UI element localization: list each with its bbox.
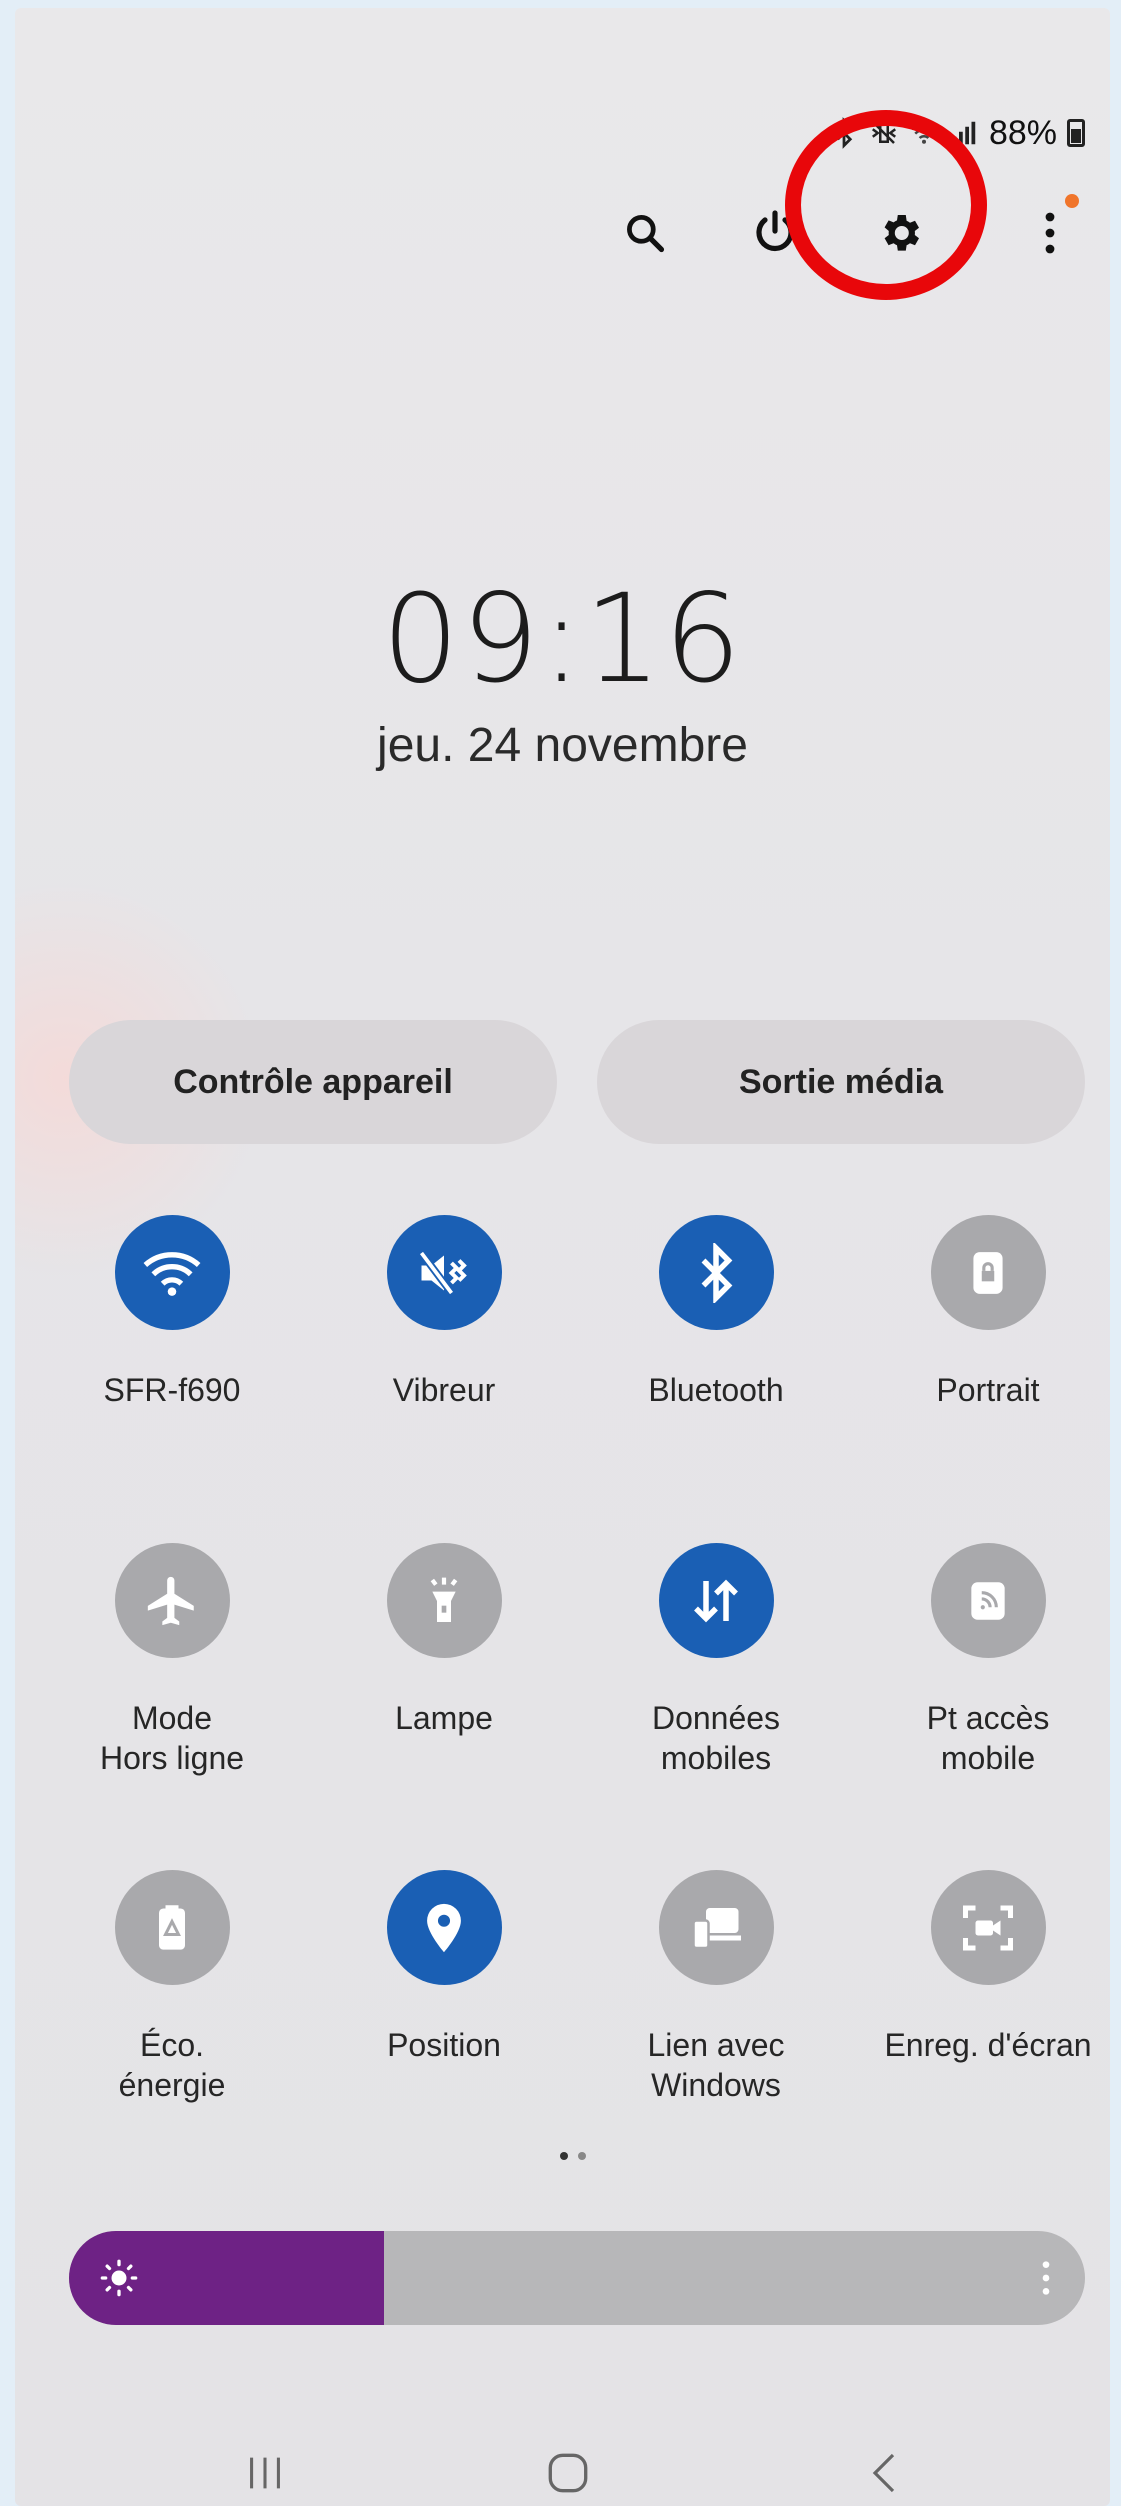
- location-icon: [386, 1870, 502, 1985]
- tile-portrait[interactable]: Portrait: [883, 1215, 1093, 1410]
- tile-vibrate[interactable]: Vibreur: [339, 1215, 549, 1410]
- screen-recorder-icon: [930, 1870, 1046, 1985]
- back-icon: [872, 2453, 895, 2493]
- tile-label: SFR-f690: [103, 1372, 241, 1408]
- brightness-icon: [100, 2259, 138, 2297]
- battery-percentage: 88%: [988, 113, 1057, 152]
- tile-label: Pt accès mobile: [926, 1700, 1050, 1776]
- more-options-icon: [1045, 212, 1055, 254]
- portrait-lock-icon: [930, 1215, 1046, 1330]
- tile-flashlight[interactable]: Lampe: [339, 1543, 549, 1738]
- flashlight-icon: [386, 1543, 502, 1658]
- tile-wifi[interactable]: SFR-f690: [67, 1215, 277, 1410]
- clock: 09:16: [381, 568, 744, 710]
- tile-screen-recorder[interactable]: Enreg. d'écran: [883, 1870, 1093, 2065]
- tile-label: Lampe: [395, 1700, 493, 1736]
- vibrate-icon: [386, 1215, 502, 1330]
- tile-location[interactable]: Position: [339, 1870, 549, 2065]
- more-options-button[interactable]: [1020, 203, 1080, 263]
- brightness-options-icon[interactable]: [1041, 2258, 1051, 2298]
- tile-label: Enreg. d'écran: [884, 2027, 1092, 2063]
- recent-apps-button[interactable]: [220, 2438, 310, 2506]
- back-button[interactable]: [840, 2438, 930, 2506]
- recent-apps-icon: [250, 2457, 280, 2489]
- power-saving-icon: [114, 1870, 230, 1985]
- search-icon: [627, 215, 665, 253]
- media-output-button[interactable]: Sortie média: [597, 1020, 1085, 1144]
- page-indicator: [560, 2152, 586, 2160]
- tile-label: Mode Hors ligne: [99, 1700, 245, 1776]
- home-icon: [548, 2453, 588, 2493]
- hotspot-icon: [930, 1543, 1046, 1658]
- link-to-windows-icon: [658, 1870, 774, 1985]
- search-button[interactable]: [615, 203, 675, 263]
- mobile-data-icon: [658, 1543, 774, 1658]
- tile-label: Portrait: [936, 1372, 1040, 1408]
- wifi-icon: [114, 1215, 230, 1330]
- airplane-icon: [114, 1543, 230, 1658]
- device-control-button[interactable]: Contrôle appareil: [69, 1020, 557, 1144]
- home-button[interactable]: [523, 2438, 613, 2506]
- tile-label: Position: [387, 2027, 501, 2063]
- tile-mobile-data[interactable]: Données mobiles: [611, 1543, 821, 1778]
- quick-panel: 88% 09:16 jeu. 24 novembre Contrôle appa…: [15, 8, 1110, 2506]
- brightness-slider[interactable]: [69, 2231, 1085, 2325]
- tile-airplane-mode[interactable]: Mode Hors ligne: [67, 1543, 277, 1778]
- tile-power-saving[interactable]: Éco. énergie: [67, 1870, 277, 2105]
- tile-label: Vibreur: [392, 1372, 496, 1408]
- date: jeu. 24 novembre: [377, 719, 748, 772]
- tile-label: Données mobiles: [651, 1700, 781, 1776]
- tile-label: Lien avec Windows: [647, 2027, 785, 2103]
- page-dot-active: [560, 2152, 568, 2160]
- highlight-annotation: [785, 110, 987, 300]
- page-dot: [578, 2152, 586, 2160]
- tile-hotspot[interactable]: Pt accès mobile: [883, 1543, 1093, 1778]
- tile-bluetooth[interactable]: Bluetooth: [611, 1215, 821, 1410]
- tile-label: Bluetooth: [648, 1372, 784, 1408]
- notification-dot: [1065, 194, 1079, 208]
- tile-label: Éco. énergie: [118, 2027, 226, 2103]
- bluetooth-icon: [658, 1215, 774, 1330]
- tile-link-to-windows[interactable]: Lien avec Windows: [611, 1870, 821, 2105]
- battery-icon: [1067, 119, 1085, 147]
